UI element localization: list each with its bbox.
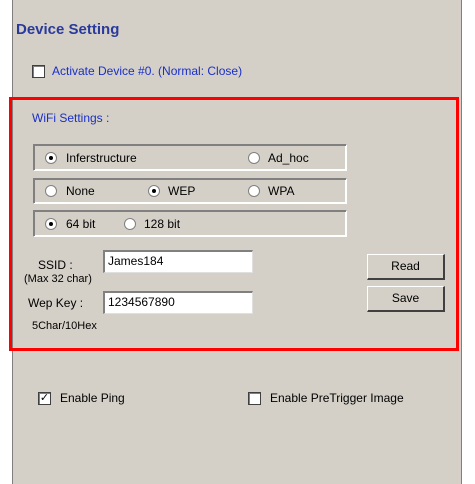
enable-ping-label: Enable Ping <box>60 391 125 405</box>
radio-wpa[interactable] <box>248 185 260 197</box>
radio-infrastructure-label: Inferstructure <box>66 151 137 165</box>
radio-infrastructure[interactable] <box>45 152 57 164</box>
radio-none[interactable] <box>45 185 57 197</box>
radio-adhoc[interactable] <box>248 152 260 164</box>
radio-none-label: None <box>66 184 95 198</box>
radio-64bit[interactable] <box>45 218 57 230</box>
page-title: Device Setting <box>16 21 120 38</box>
ssid-input[interactable]: James184 <box>103 250 253 273</box>
radio-64bit-label: 64 bit <box>66 217 96 231</box>
enable-pretrigger-checkbox[interactable] <box>248 392 261 405</box>
radio-wpa-label: WPA <box>268 184 295 198</box>
save-button[interactable]: Save <box>367 286 445 312</box>
radio-wep-label: WEP <box>168 184 196 198</box>
radio-128bit-label: 128 bit <box>144 217 181 231</box>
wep-key-note: 5Char/10Hex <box>32 320 97 332</box>
activate-device-label: Activate Device #0. (Normal: Close) <box>52 64 243 78</box>
enable-ping-checkbox[interactable]: ✓ <box>38 392 51 405</box>
wep-key-input[interactable]: 1234567890 <box>103 291 253 314</box>
radio-adhoc-label: Ad_hoc <box>268 151 309 165</box>
ssid-note: (Max 32 char) <box>24 273 92 285</box>
read-button[interactable]: Read <box>367 254 445 280</box>
radio-128bit[interactable] <box>124 218 136 230</box>
activate-device-checkbox[interactable] <box>32 65 45 78</box>
wifi-settings-heading: WiFi Settings : <box>32 111 110 125</box>
radio-wep[interactable] <box>148 185 160 197</box>
enable-pretrigger-label: Enable PreTrigger Image <box>270 391 404 405</box>
ssid-label: SSID : <box>38 258 73 272</box>
wep-key-label: Wep Key : <box>28 296 84 310</box>
